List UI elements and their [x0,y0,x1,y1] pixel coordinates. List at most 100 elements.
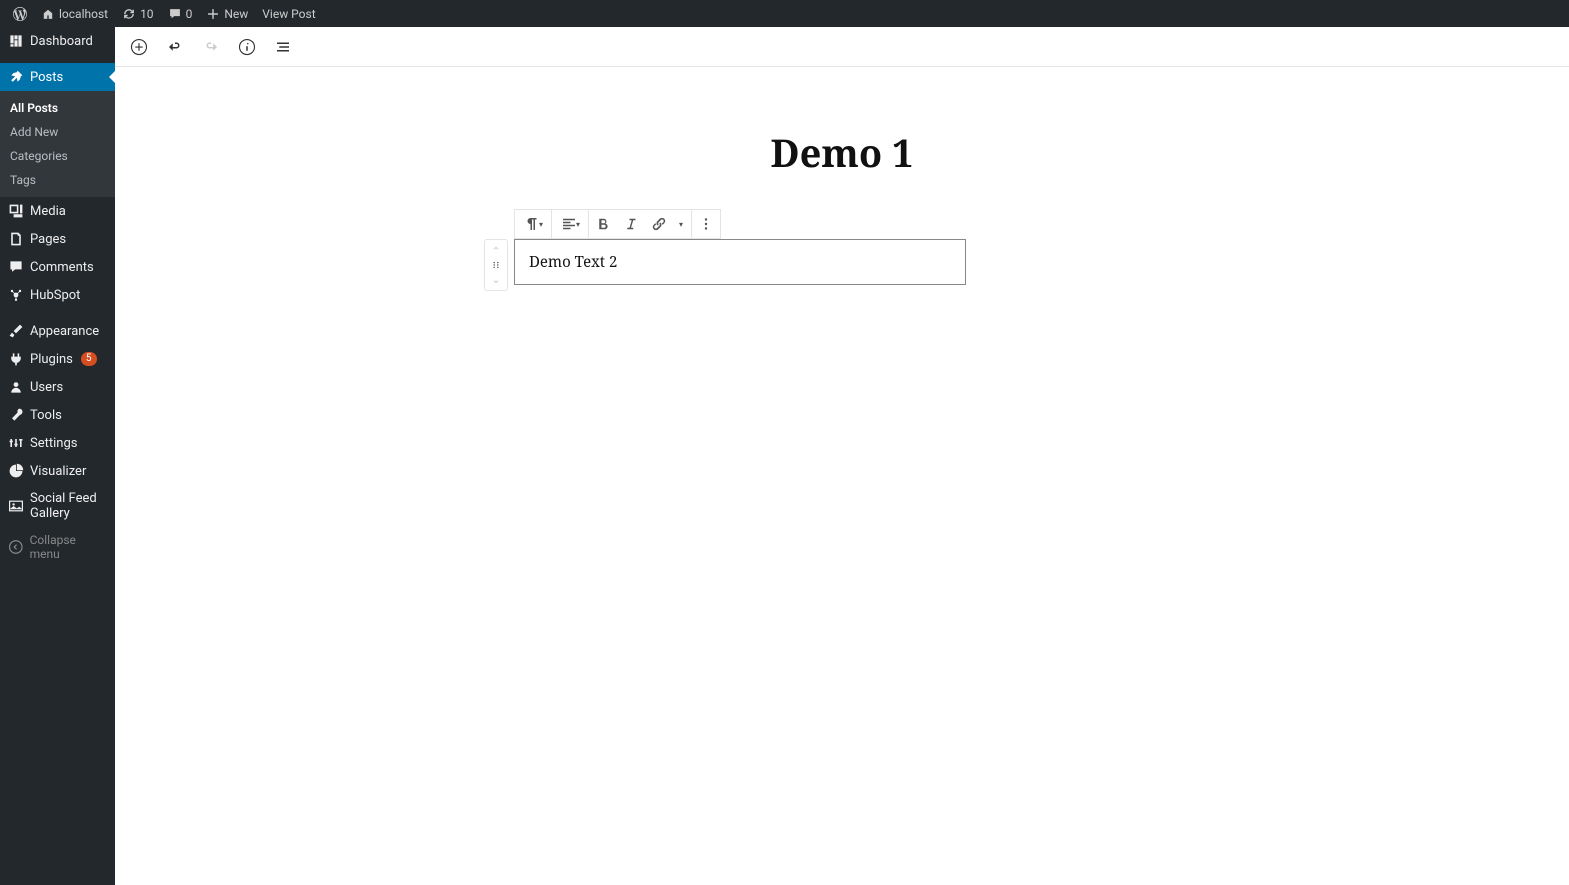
sidebar-item-hubspot[interactable]: HubSpot [0,281,115,309]
sidebar-item-settings[interactable]: Settings [0,429,115,457]
block-toolbar: ▾ ▾ [514,209,721,239]
comments-link[interactable]: 0 [161,0,200,27]
pages-label: Pages [30,232,66,247]
users-label: Users [30,380,63,395]
block-navigation-button[interactable] [269,33,297,61]
chevron-down-icon [490,276,502,288]
caret-down-icon: ▾ [679,220,683,229]
caret-down-icon: ▾ [576,220,580,229]
block-text-input[interactable]: Demo Text 2 [514,239,966,285]
brush-icon [8,323,24,339]
comments-count: 0 [186,7,193,21]
submenu-add-new[interactable]: Add New [0,120,115,144]
new-link[interactable]: New [199,0,255,27]
redo-icon [202,38,220,56]
user-icon [8,379,24,395]
social-feed-label: Social Feed Gallery [30,491,107,521]
sidebar-item-comments[interactable]: Comments [0,253,115,281]
comments-icon [8,259,24,275]
comments-label: Comments [30,260,94,275]
media-icon [8,203,24,219]
posts-label: Posts [30,70,63,85]
submenu-tags[interactable]: Tags [0,168,115,192]
tools-label: Tools [30,408,62,423]
appearance-label: Appearance [30,324,99,339]
editor: Demo 1 [115,27,1569,885]
sidebar-item-dashboard[interactable]: Dashboard [0,27,115,55]
more-vertical-icon [697,215,715,233]
sliders-icon [8,435,24,451]
more-options-button[interactable] [692,210,720,238]
align-button[interactable]: ▾ [552,210,588,238]
media-label: Media [30,204,66,219]
chevron-up-icon [490,242,502,254]
submenu-all-posts[interactable]: All Posts [0,96,115,120]
undo-icon [166,38,184,56]
collapse-label: Collapse menu [30,533,107,561]
move-down-button[interactable] [485,274,507,290]
collapse-menu[interactable]: Collapse menu [0,527,115,567]
caret-down-icon: ▾ [539,220,543,229]
plugins-badge: 5 [81,352,97,366]
gallery-icon [8,498,24,514]
site-link[interactable]: localhost [34,0,115,27]
italic-button[interactable] [617,210,645,238]
sidebar-item-media[interactable]: Media [0,197,115,225]
plus-icon [206,7,220,21]
editor-top-toolbar [115,27,1569,67]
sidebar-item-tools[interactable]: Tools [0,401,115,429]
view-post-label: View Post [262,7,315,21]
comment-icon [168,7,182,21]
plugins-label: Plugins [30,352,73,367]
dashboard-icon [8,33,24,49]
hubspot-label: HubSpot [30,288,80,303]
chart-icon [8,463,24,479]
updates-link[interactable]: 10 [115,0,161,27]
paragraph-block: ▾ ▾ [484,239,1147,291]
sidebar-item-plugins[interactable]: Plugins 5 [0,345,115,373]
block-type-button[interactable]: ▾ [515,210,551,238]
drag-handle[interactable] [485,256,507,274]
sidebar-item-posts[interactable]: Posts [0,63,115,91]
settings-label: Settings [30,436,77,451]
move-up-button[interactable] [485,240,507,256]
editor-canvas[interactable]: Demo 1 [115,67,1569,885]
collapse-icon [8,539,24,555]
post-title[interactable]: Demo 1 [537,127,1147,179]
italic-icon [622,215,640,233]
block-mover [484,239,508,291]
redo-button[interactable] [197,33,225,61]
sidebar-item-social-feed[interactable]: Social Feed Gallery [0,485,115,527]
pin-icon [8,69,24,85]
wordpress-icon [13,7,27,21]
new-label: New [224,7,248,21]
plus-circle-icon [130,38,148,56]
bold-icon [594,215,612,233]
undo-button[interactable] [161,33,189,61]
visualizer-label: Visualizer [30,464,86,479]
sidebar-item-visualizer[interactable]: Visualizer [0,457,115,485]
add-block-button[interactable] [125,33,153,61]
submenu-categories[interactable]: Categories [0,144,115,168]
link-icon [650,215,668,233]
wrench-icon [8,407,24,423]
refresh-icon [122,7,136,21]
wp-logo-link[interactable] [6,0,34,27]
content-info-button[interactable] [233,33,261,61]
link-button[interactable] [645,210,673,238]
bold-button[interactable] [589,210,617,238]
admin-sidebar: Dashboard Posts All Posts Add New Catego… [0,27,115,885]
outline-icon [274,38,292,56]
updates-count: 10 [140,7,154,21]
more-formatting-button[interactable]: ▾ [673,210,691,238]
info-icon [238,38,256,56]
dashboard-label: Dashboard [30,34,93,49]
site-name: localhost [59,7,108,21]
sidebar-item-pages[interactable]: Pages [0,225,115,253]
home-icon [41,7,55,21]
view-post-link[interactable]: View Post [255,0,322,27]
sidebar-item-appearance[interactable]: Appearance [0,317,115,345]
admin-bar: localhost 10 0 New View Post [0,0,1569,27]
posts-submenu: All Posts Add New Categories Tags [0,91,115,197]
sidebar-item-users[interactable]: Users [0,373,115,401]
